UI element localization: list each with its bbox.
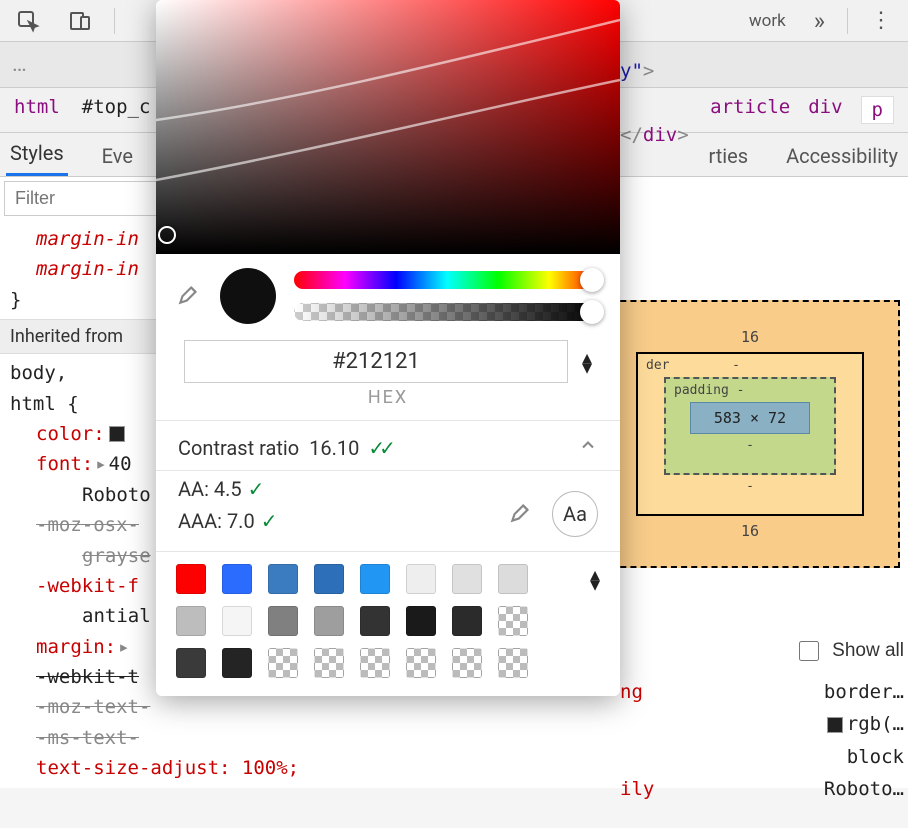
- computed-val-4: Roboto…: [824, 773, 904, 805]
- css-prop-ms-text[interactable]: -ms-text-: [10, 723, 445, 753]
- device-toolbar-icon[interactable]: [58, 3, 102, 39]
- swatch-row-3: [176, 648, 600, 678]
- color-sv-cursor-icon[interactable]: [158, 226, 176, 244]
- color-swatch[interactable]: [452, 564, 482, 594]
- toolbar-divider: [114, 8, 115, 34]
- color-swatch[interactable]: [314, 606, 344, 636]
- aaa-label: AAA: 7.0: [178, 509, 255, 533]
- computed-color-swatch-icon[interactable]: [827, 717, 843, 733]
- color-format-toggle-icon[interactable]: ▴▾: [582, 352, 592, 372]
- inspect-element-icon[interactable]: [6, 3, 50, 39]
- tab-accessibility[interactable]: Accessibility: [782, 136, 902, 176]
- tab-styles[interactable]: Styles: [6, 133, 68, 176]
- tab-network-partial[interactable]: work: [739, 11, 796, 31]
- box-model-padding-bottom[interactable]: -: [690, 438, 810, 453]
- box-model-margin-bottom[interactable]: 16: [636, 522, 864, 540]
- elements-dom-preview: y"> </div>: [620, 60, 689, 146]
- background-color-sample[interactable]: Aa: [552, 491, 598, 537]
- styles-filter-input[interactable]: [4, 181, 164, 216]
- breadcrumb-html[interactable]: html: [14, 96, 60, 124]
- color-picker-popover: #212121 ▴▾ HEX Contrast ratio 16.10 ✓✓ A…: [156, 0, 620, 696]
- aaa-pass-icon: ✓: [261, 509, 278, 533]
- aa-label: AA: 4.5: [178, 477, 242, 501]
- box-model-border-bottom[interactable]: -: [664, 479, 836, 494]
- swatch-row-2: [176, 606, 600, 636]
- color-swatch[interactable]: [360, 564, 390, 594]
- color-swatch-icon[interactable]: [109, 426, 125, 442]
- color-swatch[interactable]: [498, 606, 528, 636]
- computed-panel: Show all ng border… rgb(… block ily Roboto…: [620, 638, 904, 805]
- computed-key-4: ily: [620, 778, 654, 800]
- color-swatch[interactable]: [498, 648, 528, 678]
- box-model-content-size[interactable]: 583 × 72: [690, 402, 810, 434]
- hue-slider[interactable]: [294, 271, 600, 289]
- computed-key-1: ng: [620, 681, 643, 703]
- computed-val-3: block: [847, 741, 904, 773]
- color-swatch[interactable]: [314, 564, 344, 594]
- toolbar-divider: [847, 8, 848, 34]
- color-swatches: ▴▾: [156, 552, 620, 696]
- hue-slider-thumb[interactable]: [580, 268, 604, 292]
- color-swatch[interactable]: [176, 564, 206, 594]
- tab-properties-partial[interactable]: rties: [704, 136, 752, 176]
- color-preview-swatch: [220, 268, 276, 324]
- box-model-diagram: 16 der - padding - 583 × 72 - - 16: [600, 300, 900, 568]
- kebab-menu-icon[interactable]: ⋮: [860, 8, 902, 33]
- color-swatch[interactable]: [360, 648, 390, 678]
- contrast-pass-icon: ✓✓: [368, 436, 390, 460]
- color-swatch[interactable]: [406, 564, 436, 594]
- aa-pass-icon: ✓: [248, 477, 265, 501]
- expand-shorthand-icon[interactable]: ▸: [95, 449, 106, 479]
- swatch-row-1: ▴▾: [176, 564, 600, 594]
- breadcrumb-article[interactable]: article: [710, 96, 790, 124]
- breadcrumb-div[interactable]: div: [808, 96, 842, 124]
- contrast-ratio-value: 16.10: [309, 436, 359, 460]
- attr-partial: y": [620, 60, 643, 82]
- color-swatch[interactable]: [452, 648, 482, 678]
- color-swatch[interactable]: [176, 648, 206, 678]
- color-swatch[interactable]: [222, 564, 252, 594]
- color-swatch[interactable]: [406, 648, 436, 678]
- computed-val-2: rgb(…: [823, 708, 904, 740]
- color-swatch[interactable]: [452, 606, 482, 636]
- breadcrumb-top-id[interactable]: #top_c: [82, 96, 151, 124]
- color-swatch[interactable]: [268, 648, 298, 678]
- breadcrumb-p-active[interactable]: p: [861, 96, 894, 124]
- color-swatch[interactable]: [314, 648, 344, 678]
- swatch-set-toggle-icon[interactable]: ▴▾: [590, 569, 600, 589]
- css-prop-text-size-adjust[interactable]: text-size-adjust: 100%;: [10, 753, 445, 783]
- box-model-margin-top[interactable]: 16: [636, 328, 864, 346]
- color-swatch[interactable]: [268, 564, 298, 594]
- color-swatch[interactable]: [268, 606, 298, 636]
- hex-format-label: HEX: [156, 387, 620, 421]
- box-model-padding-label: padding -: [674, 383, 810, 398]
- tab-event-listeners-partial[interactable]: Eve: [98, 136, 137, 176]
- color-swatch[interactable]: [222, 648, 252, 678]
- box-model-border-label: der -: [646, 358, 836, 373]
- show-all-checkbox[interactable]: [799, 641, 819, 661]
- alpha-slider-thumb[interactable]: [580, 300, 604, 324]
- css-prop-moz-text[interactable]: -moz-text-: [10, 692, 445, 722]
- background-eyedropper-icon[interactable]: [508, 499, 534, 530]
- color-swatch[interactable]: [176, 606, 206, 636]
- color-swatch[interactable]: [498, 564, 528, 594]
- more-tabs-icon[interactable]: »: [804, 7, 835, 35]
- alpha-slider[interactable]: [294, 303, 600, 321]
- show-all-label[interactable]: Show all: [832, 640, 904, 662]
- hex-input[interactable]: #212121: [184, 340, 568, 383]
- expand-shorthand-icon[interactable]: ▸: [118, 632, 129, 662]
- color-swatch[interactable]: [360, 606, 390, 636]
- computed-val-1: border…: [824, 676, 904, 708]
- contrast-expand-icon[interactable]: [578, 435, 598, 460]
- css-selector-body[interactable]: body,: [10, 362, 67, 384]
- color-swatch[interactable]: [406, 606, 436, 636]
- contrast-ratio-label: Contrast ratio: [178, 436, 299, 460]
- color-swatch[interactable]: [222, 606, 252, 636]
- color-saturation-value-area[interactable]: [156, 0, 620, 254]
- eyedropper-icon[interactable]: [176, 281, 202, 312]
